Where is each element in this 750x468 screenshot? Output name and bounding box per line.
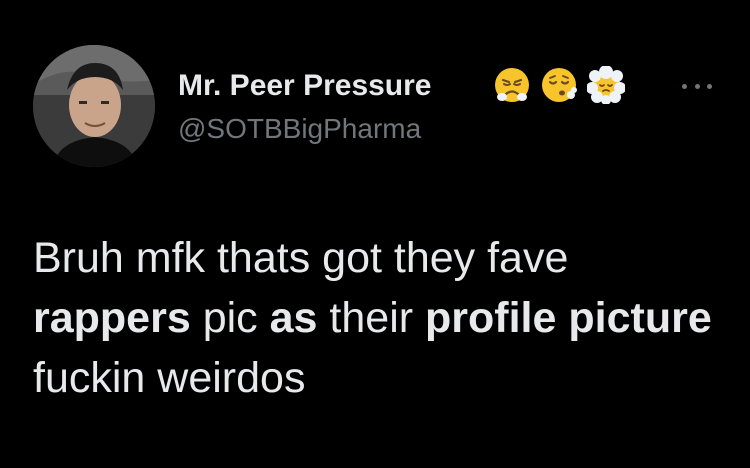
tweet-text-segment-bold: rappers xyxy=(33,294,191,342)
face-in-clouds-icon xyxy=(587,66,625,104)
tweet-text-segment-bold: profile xyxy=(425,294,557,342)
tweet-text-segment: their xyxy=(317,294,426,342)
avatar-image xyxy=(33,45,155,167)
tweet-text-segment: fuckin weirdos xyxy=(33,354,306,402)
tweet-text-segment-bold: as xyxy=(269,294,318,342)
face-exhaling-icon xyxy=(542,68,577,102)
tweet-text-segment xyxy=(556,294,568,342)
tweet-text-segment-bold: picture xyxy=(568,294,712,342)
dot xyxy=(682,83,687,89)
dot xyxy=(694,83,700,89)
tweet-card: Mr. Peer Pressure @SOTBBigPharma Bruh mf… xyxy=(0,0,750,468)
display-name[interactable]: Mr. Peer Pressure xyxy=(178,68,432,104)
face-with-steam-from-nose-icon xyxy=(495,68,529,102)
name-emojis xyxy=(493,66,625,104)
dot xyxy=(707,83,712,89)
tweet-text-segment: pic xyxy=(190,294,270,342)
tweet-text-segment: Bruh mfk thats got they fave xyxy=(33,234,569,282)
tweet-text: Bruh mfk thats got they fave rappers pic… xyxy=(33,228,723,408)
user-handle[interactable]: @SOTBBigPharma xyxy=(178,112,421,146)
more-horizontal-icon[interactable] xyxy=(682,80,712,92)
avatar[interactable] xyxy=(33,45,155,167)
